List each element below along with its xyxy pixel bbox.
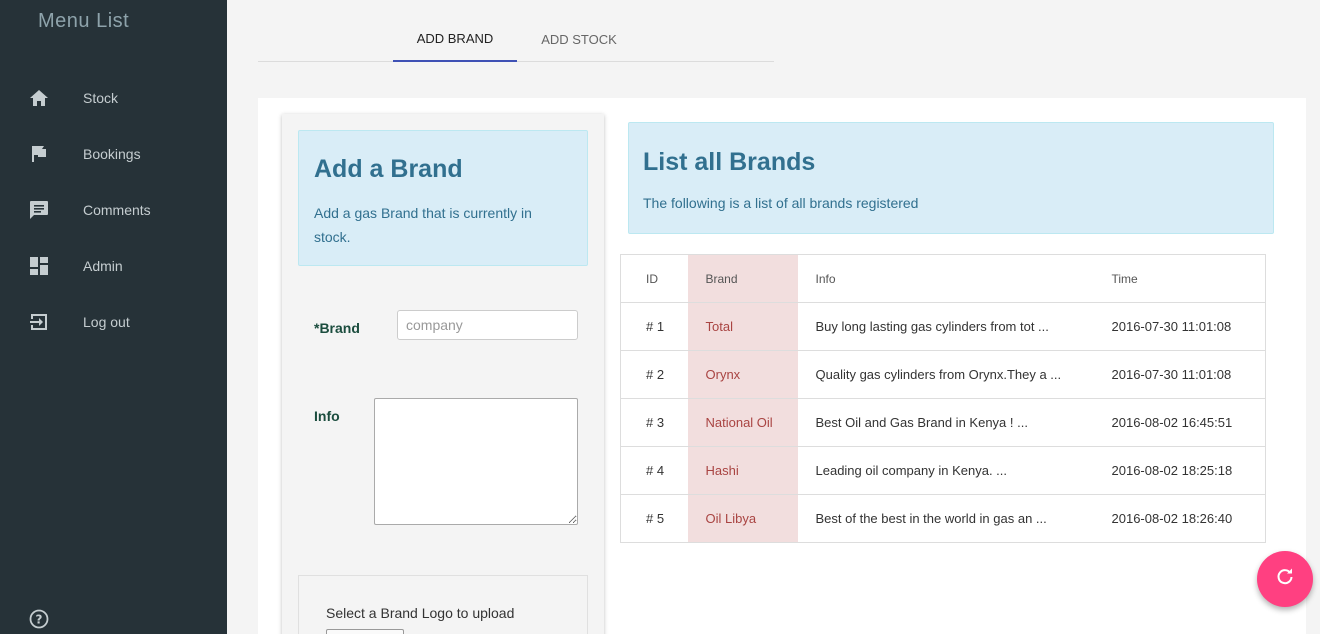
- sidebar-item-logout[interactable]: Log out: [0, 302, 227, 342]
- info-label: Info: [314, 408, 340, 424]
- info-textarea[interactable]: [374, 398, 578, 525]
- list-brands-title: List all Brands: [643, 148, 816, 176]
- column-header-info: Info: [797, 254, 1094, 303]
- cell-id: # 5: [620, 494, 688, 543]
- cell-id: # 4: [620, 446, 688, 495]
- choose-file-button[interactable]: [326, 629, 404, 634]
- column-header-time: Time: [1093, 254, 1266, 303]
- cell-brand: Orynx: [687, 350, 798, 399]
- cell-time: 2016-08-02 18:25:18: [1093, 446, 1266, 495]
- sidebar-item-bookings[interactable]: Bookings: [0, 134, 227, 174]
- tab-bar: ADD BRAND ADD STOCK: [258, 16, 774, 62]
- add-brand-subtitle: Add a gas Brand that is currently in sto…: [314, 205, 532, 245]
- table-header-row: ID Brand Info Time: [620, 254, 1266, 303]
- cell-time: 2016-07-30 11:01:08: [1093, 350, 1266, 399]
- cell-time: 2016-08-02 16:45:51: [1093, 398, 1266, 447]
- add-brand-header: Add a Brand Add a gas Brand that is curr…: [298, 130, 588, 266]
- column-header-id: ID: [620, 254, 688, 303]
- sidebar-item-label: Bookings: [83, 146, 141, 162]
- cell-brand: Oil Libya: [687, 494, 798, 543]
- menu-title: Menu List: [38, 10, 130, 32]
- brands-table: ID Brand Info Time # 1 Total Buy long la…: [620, 254, 1266, 543]
- table-row[interactable]: # 3 National Oil Best Oil and Gas Brand …: [620, 398, 1266, 447]
- comment-icon: [29, 200, 49, 220]
- brand-input[interactable]: [397, 310, 578, 340]
- tab-add-brand[interactable]: ADD BRAND: [393, 16, 517, 62]
- refresh-icon: [1275, 567, 1295, 592]
- refresh-button[interactable]: [1257, 551, 1313, 607]
- upload-label: Select a Brand Logo to upload: [326, 605, 515, 621]
- sidebar: Menu List Stock Bookings Comments Admin …: [0, 0, 227, 634]
- sidebar-item-label: Log out: [83, 314, 130, 330]
- help-icon[interactable]: ?: [29, 609, 49, 629]
- sidebar-item-admin[interactable]: Admin: [0, 246, 227, 286]
- cell-info: Buy long lasting gas cylinders from tot …: [797, 302, 1094, 351]
- cell-id: # 2: [620, 350, 688, 399]
- cell-info: Leading oil company in Kenya. ...: [797, 446, 1094, 495]
- sidebar-item-comments[interactable]: Comments: [0, 190, 227, 230]
- cell-brand: Hashi: [687, 446, 798, 495]
- logout-icon: [29, 312, 49, 332]
- cell-time: 2016-08-02 18:26:40: [1093, 494, 1266, 543]
- table-row[interactable]: # 1 Total Buy long lasting gas cylinders…: [620, 302, 1266, 351]
- add-brand-title: Add a Brand: [314, 155, 463, 183]
- cell-id: # 1: [620, 302, 688, 351]
- cell-info: Best of the best in the world in gas an …: [797, 494, 1094, 543]
- sidebar-item-label: Stock: [83, 90, 119, 106]
- sidebar-item-stock[interactable]: Stock: [0, 78, 227, 118]
- list-brands-header: List all Brands The following is a list …: [628, 122, 1274, 234]
- list-brands-subtitle: The following is a list of all brands re…: [643, 195, 919, 211]
- table-row[interactable]: # 2 Orynx Quality gas cylinders from Ory…: [620, 350, 1266, 399]
- sidebar-item-label: Comments: [83, 202, 151, 218]
- sidebar-item-label: Admin: [83, 258, 123, 274]
- dashboard-icon: [29, 256, 49, 276]
- cell-id: # 3: [620, 398, 688, 447]
- table-row[interactable]: # 4 Hashi Leading oil company in Kenya. …: [620, 446, 1266, 495]
- column-header-brand: Brand: [687, 254, 798, 303]
- svg-text:?: ?: [36, 613, 43, 627]
- flag-icon: [29, 144, 49, 164]
- home-icon: [29, 88, 49, 108]
- tab-add-stock[interactable]: ADD STOCK: [517, 16, 641, 62]
- brand-label: *Brand: [314, 320, 360, 336]
- table-row[interactable]: # 5 Oil Libya Best of the best in the wo…: [620, 494, 1266, 543]
- cell-time: 2016-07-30 11:01:08: [1093, 302, 1266, 351]
- cell-info: Quality gas cylinders from Orynx.They a …: [797, 350, 1094, 399]
- cell-info: Best Oil and Gas Brand in Kenya ! ...: [797, 398, 1094, 447]
- cell-brand: National Oil: [687, 398, 798, 447]
- cell-brand: Total: [687, 302, 798, 351]
